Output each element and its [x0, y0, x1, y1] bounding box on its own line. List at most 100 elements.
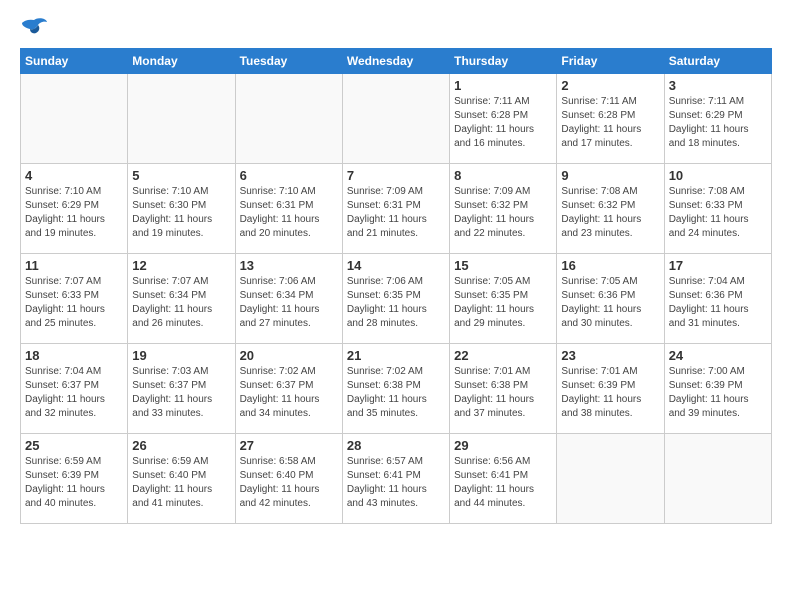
calendar-cell: 24 Sunrise: 7:00 AM Sunset: 6:39 PM Dayli…	[664, 344, 771, 434]
weekday-header: Monday	[128, 49, 235, 74]
calendar-cell: 3 Sunrise: 7:11 AM Sunset: 6:29 PM Daylig…	[664, 74, 771, 164]
day-number: 6	[240, 168, 338, 183]
day-info: Sunrise: 7:02 AM Sunset: 6:38 PM Dayligh…	[347, 365, 445, 421]
day-info: Sunrise: 7:00 AM Sunset: 6:39 PM Dayligh…	[669, 365, 767, 421]
calendar-cell: 20 Sunrise: 7:02 AM Sunset: 6:37 PM Dayli…	[235, 344, 342, 434]
weekday-header: Wednesday	[342, 49, 449, 74]
calendar-cell: 13 Sunrise: 7:06 AM Sunset: 6:34 PM Dayli…	[235, 254, 342, 344]
day-info: Sunrise: 7:03 AM Sunset: 6:37 PM Dayligh…	[132, 365, 230, 421]
calendar-cell: 21 Sunrise: 7:02 AM Sunset: 6:38 PM Dayli…	[342, 344, 449, 434]
calendar-cell	[21, 74, 128, 164]
calendar-cell: 9 Sunrise: 7:08 AM Sunset: 6:32 PM Daylig…	[557, 164, 664, 254]
calendar-cell: 16Sunrise: 7:05 AM Sunset: 6:36 PM Dayli…	[557, 254, 664, 344]
day-info: Sunrise: 7:04 AM Sunset: 6:37 PM Dayligh…	[25, 365, 123, 421]
day-number: 18	[25, 348, 123, 363]
day-info: Sunrise: 7:01 AM Sunset: 6:39 PM Dayligh…	[561, 365, 659, 421]
day-number: 27	[240, 438, 338, 453]
calendar-cell: 6 Sunrise: 7:10 AM Sunset: 6:31 PM Daylig…	[235, 164, 342, 254]
calendar-cell: 2 Sunrise: 7:11 AM Sunset: 6:28 PM Daylig…	[557, 74, 664, 164]
calendar-cell: 10 Sunrise: 7:08 AM Sunset: 6:33 PM Dayli…	[664, 164, 771, 254]
day-info: Sunrise: 7:09 AM Sunset: 6:32 PM Dayligh…	[454, 185, 552, 241]
day-number: 11	[25, 258, 123, 273]
calendar-cell: 28 Sunrise: 6:57 AM Sunset: 6:41 PM Dayli…	[342, 434, 449, 524]
calendar-cell: 17 Sunrise: 7:04 AM Sunset: 6:36 PM Dayli…	[664, 254, 771, 344]
day-number: 21	[347, 348, 445, 363]
calendar-cell: 8 Sunrise: 7:09 AM Sunset: 6:32 PM Daylig…	[450, 164, 557, 254]
day-info: Sunrise: 6:57 AM Sunset: 6:41 PM Dayligh…	[347, 455, 445, 511]
day-info: Sunrise: 6:56 AM Sunset: 6:41 PM Dayligh…	[454, 455, 552, 511]
day-number: 2	[561, 78, 659, 93]
day-info: Sunrise: 7:02 AM Sunset: 6:37 PM Dayligh…	[240, 365, 338, 421]
weekday-header: Thursday	[450, 49, 557, 74]
calendar-week-row: 18 Sunrise: 7:04 AM Sunset: 6:37 PM Dayli…	[21, 344, 772, 434]
calendar-cell: 7Sunrise: 7:09 AM Sunset: 6:31 PM Daylig…	[342, 164, 449, 254]
day-number: 9	[561, 168, 659, 183]
calendar-cell: 15Sunrise: 7:05 AM Sunset: 6:35 PM Dayli…	[450, 254, 557, 344]
day-number: 26	[132, 438, 230, 453]
day-info: Sunrise: 7:05 AM Sunset: 6:36 PM Dayligh…	[561, 275, 659, 331]
day-number: 4	[25, 168, 123, 183]
calendar-header-row: SundayMondayTuesdayWednesdayThursdayFrid…	[21, 49, 772, 74]
calendar-cell	[557, 434, 664, 524]
calendar-cell: 1 Sunrise: 7:11 AM Sunset: 6:28 PM Daylig…	[450, 74, 557, 164]
day-number: 7	[347, 168, 445, 183]
day-info: Sunrise: 7:10 AM Sunset: 6:31 PM Dayligh…	[240, 185, 338, 241]
calendar-body: 1 Sunrise: 7:11 AM Sunset: 6:28 PM Daylig…	[21, 74, 772, 524]
weekday-header: Tuesday	[235, 49, 342, 74]
day-info: Sunrise: 7:11 AM Sunset: 6:28 PM Dayligh…	[561, 95, 659, 151]
calendar-cell: 29 Sunrise: 6:56 AM Sunset: 6:41 PM Dayli…	[450, 434, 557, 524]
logo-bird-icon	[20, 16, 48, 38]
calendar-cell	[342, 74, 449, 164]
calendar-week-row: 25 Sunrise: 6:59 AM Sunset: 6:39 PM Dayli…	[21, 434, 772, 524]
day-number: 28	[347, 438, 445, 453]
day-info: Sunrise: 7:07 AM Sunset: 6:34 PM Dayligh…	[132, 275, 230, 331]
calendar-cell: 27 Sunrise: 6:58 AM Sunset: 6:40 PM Dayli…	[235, 434, 342, 524]
logo	[20, 16, 52, 38]
calendar-cell: 11 Sunrise: 7:07 AM Sunset: 6:33 PM Dayli…	[21, 254, 128, 344]
calendar-table: SundayMondayTuesdayWednesdayThursdayFrid…	[20, 48, 772, 524]
calendar-cell	[235, 74, 342, 164]
day-info: Sunrise: 6:58 AM Sunset: 6:40 PM Dayligh…	[240, 455, 338, 511]
day-number: 22	[454, 348, 552, 363]
day-info: Sunrise: 7:08 AM Sunset: 6:32 PM Dayligh…	[561, 185, 659, 241]
day-info: Sunrise: 6:59 AM Sunset: 6:40 PM Dayligh…	[132, 455, 230, 511]
calendar-cell	[664, 434, 771, 524]
calendar-cell: 18 Sunrise: 7:04 AM Sunset: 6:37 PM Dayli…	[21, 344, 128, 434]
calendar-cell: 4 Sunrise: 7:10 AM Sunset: 6:29 PM Daylig…	[21, 164, 128, 254]
calendar-cell	[128, 74, 235, 164]
day-info: Sunrise: 7:04 AM Sunset: 6:36 PM Dayligh…	[669, 275, 767, 331]
day-number: 25	[25, 438, 123, 453]
day-number: 20	[240, 348, 338, 363]
calendar-week-row: 11 Sunrise: 7:07 AM Sunset: 6:33 PM Dayli…	[21, 254, 772, 344]
day-number: 17	[669, 258, 767, 273]
day-info: Sunrise: 7:11 AM Sunset: 6:28 PM Dayligh…	[454, 95, 552, 151]
day-number: 3	[669, 78, 767, 93]
day-info: Sunrise: 7:10 AM Sunset: 6:29 PM Dayligh…	[25, 185, 123, 241]
day-info: Sunrise: 7:10 AM Sunset: 6:30 PM Dayligh…	[132, 185, 230, 241]
day-info: Sunrise: 7:08 AM Sunset: 6:33 PM Dayligh…	[669, 185, 767, 241]
day-info: Sunrise: 7:07 AM Sunset: 6:33 PM Dayligh…	[25, 275, 123, 331]
day-number: 8	[454, 168, 552, 183]
day-number: 14	[347, 258, 445, 273]
calendar-cell: 26 Sunrise: 6:59 AM Sunset: 6:40 PM Dayli…	[128, 434, 235, 524]
day-info: Sunrise: 7:05 AM Sunset: 6:35 PM Dayligh…	[454, 275, 552, 331]
day-number: 24	[669, 348, 767, 363]
day-info: Sunrise: 7:06 AM Sunset: 6:35 PM Dayligh…	[347, 275, 445, 331]
weekday-header: Sunday	[21, 49, 128, 74]
calendar-cell: 12 Sunrise: 7:07 AM Sunset: 6:34 PM Dayli…	[128, 254, 235, 344]
weekday-header: Friday	[557, 49, 664, 74]
day-info: Sunrise: 7:11 AM Sunset: 6:29 PM Dayligh…	[669, 95, 767, 151]
day-number: 1	[454, 78, 552, 93]
day-info: Sunrise: 7:06 AM Sunset: 6:34 PM Dayligh…	[240, 275, 338, 331]
day-info: Sunrise: 7:01 AM Sunset: 6:38 PM Dayligh…	[454, 365, 552, 421]
calendar-cell: 23Sunrise: 7:01 AM Sunset: 6:39 PM Dayli…	[557, 344, 664, 434]
calendar-week-row: 4 Sunrise: 7:10 AM Sunset: 6:29 PM Daylig…	[21, 164, 772, 254]
day-number: 13	[240, 258, 338, 273]
day-info: Sunrise: 6:59 AM Sunset: 6:39 PM Dayligh…	[25, 455, 123, 511]
page-header	[20, 16, 772, 38]
day-number: 12	[132, 258, 230, 273]
calendar-week-row: 1 Sunrise: 7:11 AM Sunset: 6:28 PM Daylig…	[21, 74, 772, 164]
day-number: 5	[132, 168, 230, 183]
day-number: 29	[454, 438, 552, 453]
day-number: 10	[669, 168, 767, 183]
